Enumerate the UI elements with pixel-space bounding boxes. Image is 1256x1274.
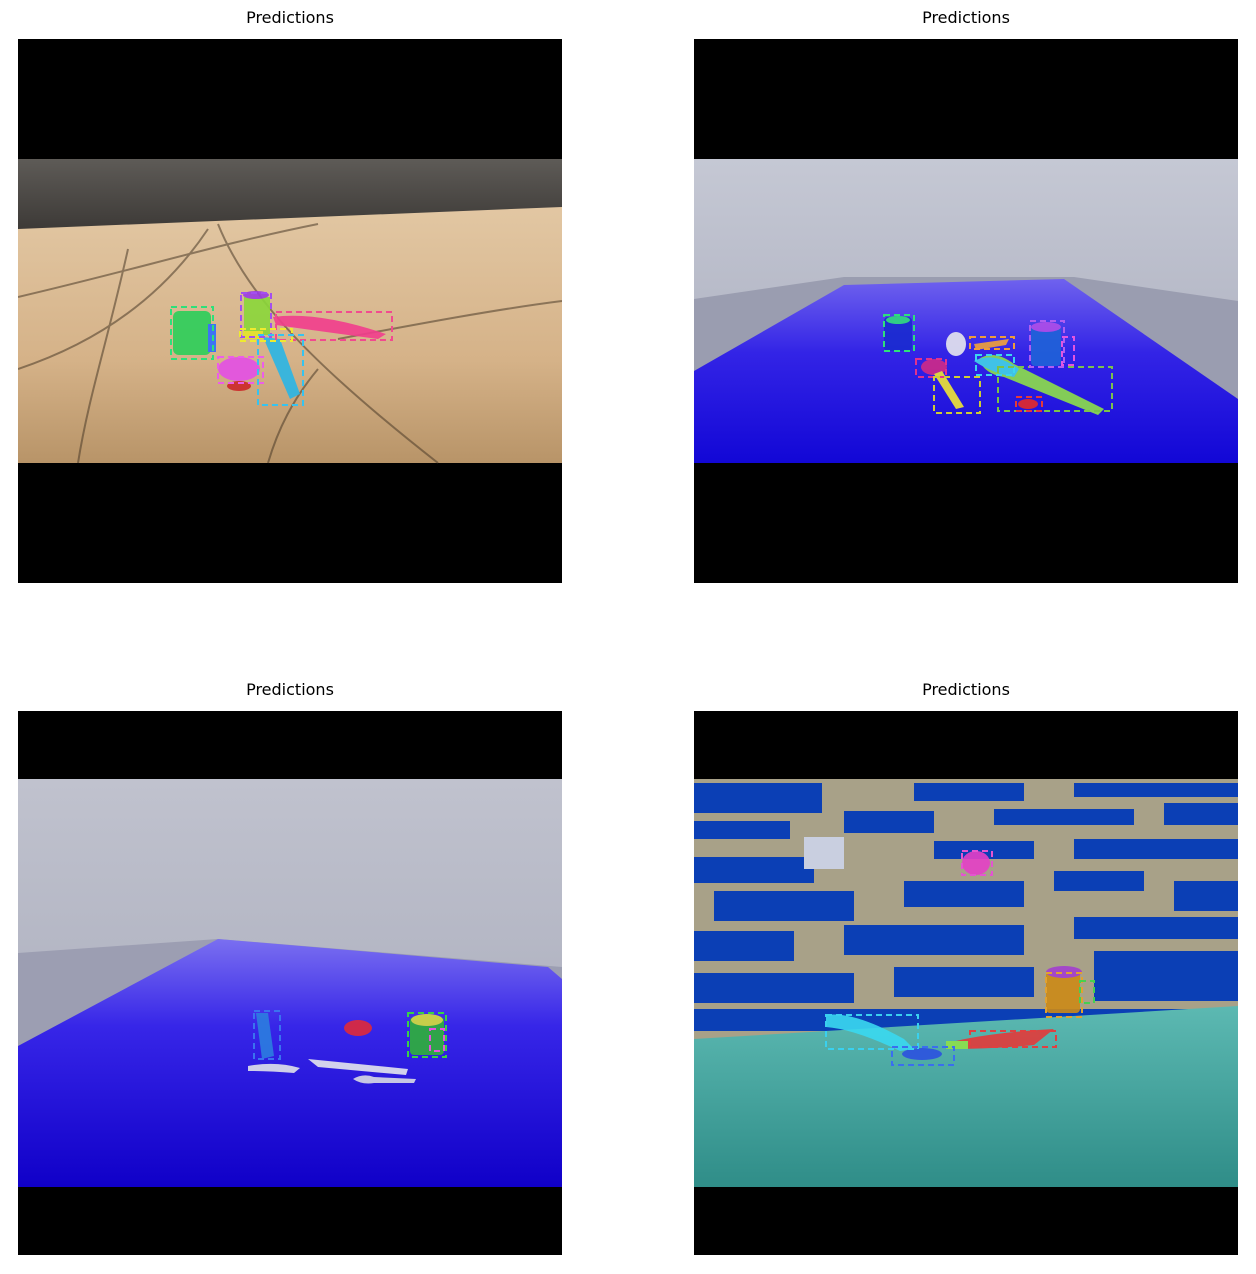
prediction-image-2 [694,39,1238,583]
panel-title: Predictions [246,680,334,699]
panel-title: Predictions [246,8,334,27]
prediction-image-1 [18,39,562,583]
scene-striped-wall [694,711,1238,1255]
prediction-image-3 [18,711,562,1255]
panel-title: Predictions [922,8,1010,27]
panel-title: Predictions [922,680,1010,699]
scene-blue-table [18,711,562,1255]
scene-blue-table [694,39,1238,583]
scene-wood-floor [18,39,562,583]
prediction-image-4 [694,711,1238,1255]
white-cube [804,837,844,869]
